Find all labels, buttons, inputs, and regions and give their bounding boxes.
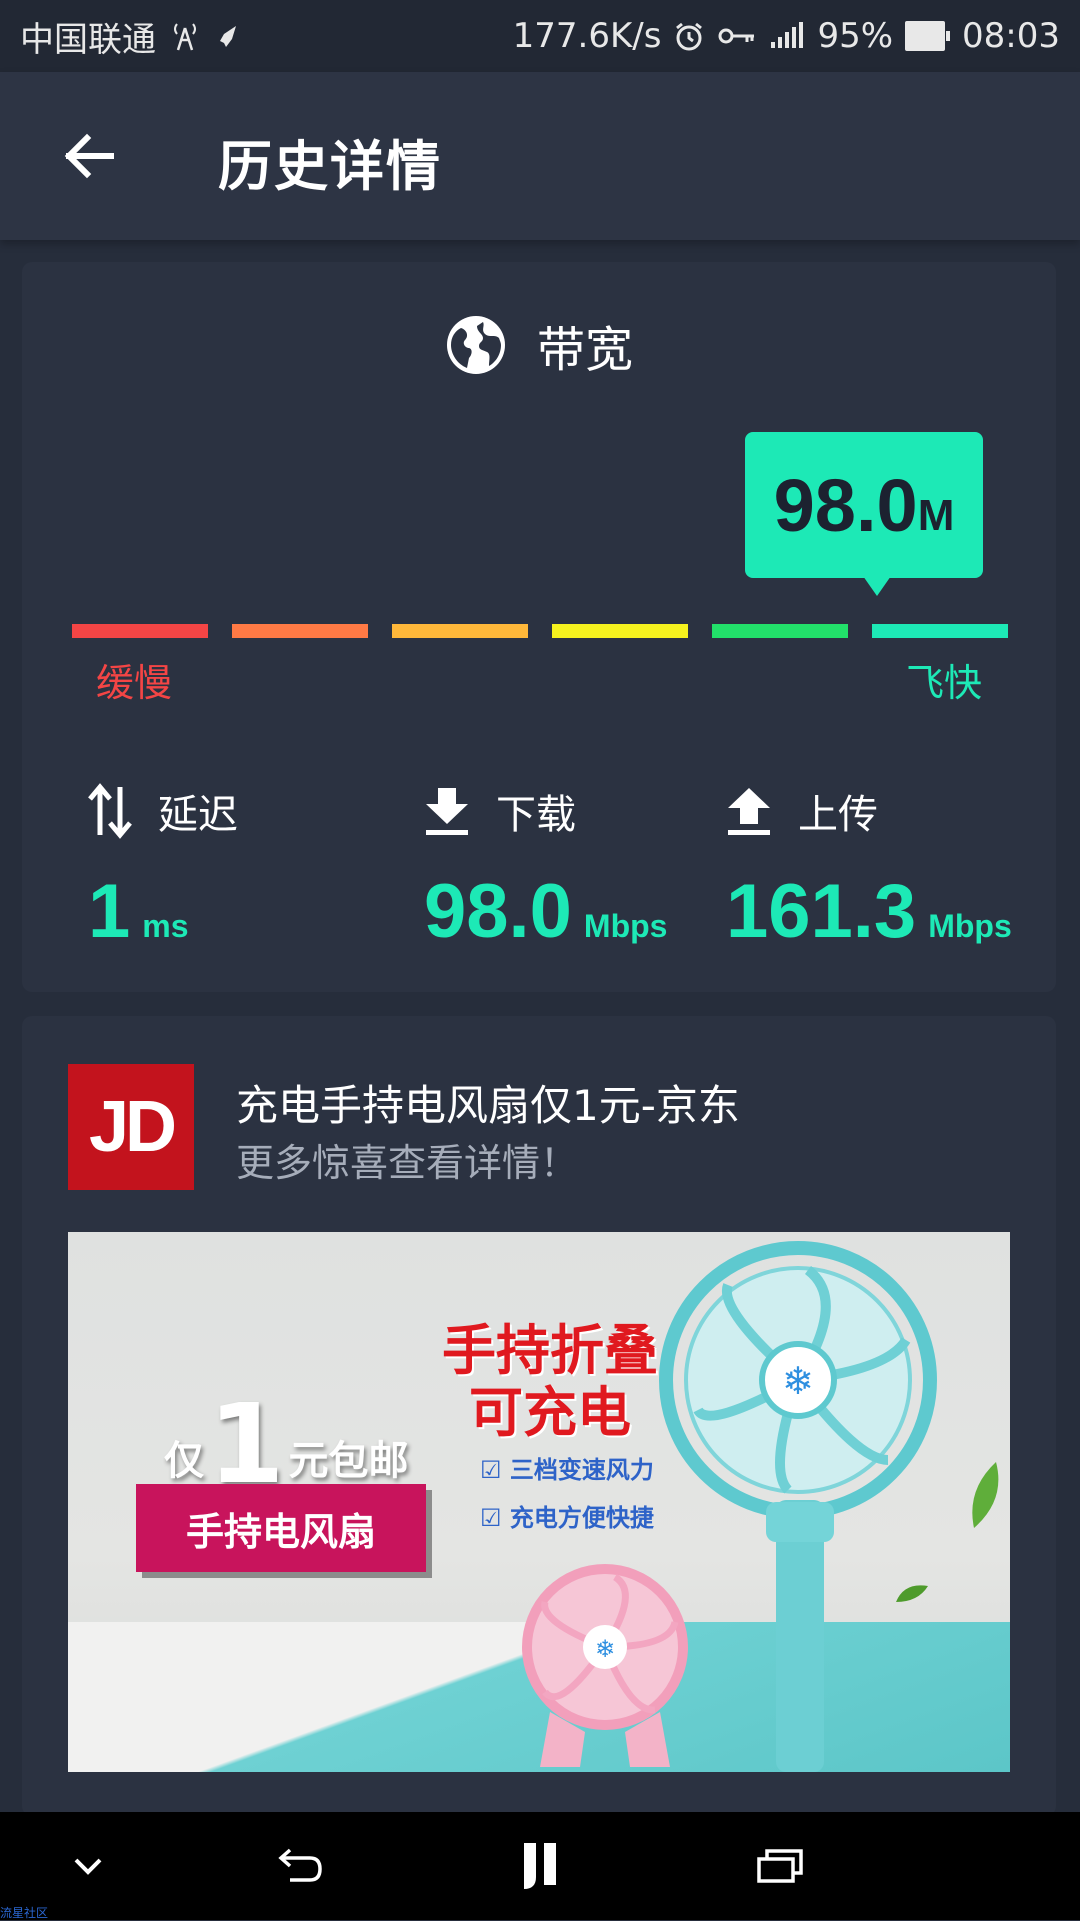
vpn-key-icon <box>717 24 757 48</box>
rocket-icon <box>214 23 240 49</box>
svg-text:❄: ❄ <box>782 1359 814 1403</box>
ad-card[interactable]: JD 充电手持电风扇仅1元-京东 更多惊喜查看详情！ 仅1 元包邮 手持电风扇 手… <box>22 1016 1056 1816</box>
download-metric: 下载 98.0 Mbps <box>424 782 667 955</box>
speed-unit: M <box>917 491 955 540</box>
battery-icon <box>905 21 951 51</box>
banner-bullet-2: ☑ 充电方便快捷 <box>480 1504 654 1532</box>
banner-product-pill: 手持电风扇 <box>136 1484 426 1572</box>
banner-bullet-1: ☑ 三档变速风力 <box>480 1456 654 1484</box>
status-bar: 中国联通 177.6K/s 95% 08:03 <box>0 0 1080 72</box>
scale-segment-4 <box>552 624 688 638</box>
leaf-decoration <box>972 1462 999 1528</box>
recent-apps-icon <box>757 1849 803 1883</box>
back-return-icon <box>278 1848 322 1882</box>
ad-subtitle: 更多惊喜查看详情！ <box>236 1141 579 1185</box>
download-label: 下载 <box>496 792 576 838</box>
banner-only-suffix: 元包邮 <box>288 1438 409 1484</box>
bandwidth-header: 带宽 <box>22 310 1056 380</box>
page-title: 历史详情 <box>218 135 442 198</box>
network-speed: 177.6K/s <box>512 16 662 56</box>
battery-percent: 95% <box>817 16 894 56</box>
banner-only-prefix: 仅 <box>164 1438 204 1484</box>
ad-title[interactable]: 充电手持电风扇仅1元-京东 <box>236 1072 740 1133</box>
speed-bubble-pointer <box>863 576 891 596</box>
app-bar: 历史详情 <box>0 72 1080 240</box>
banner-headline-line2: 可充电 <box>469 1381 631 1444</box>
scale-segment-2 <box>232 624 368 638</box>
swap-vertical-icon <box>88 783 132 839</box>
scale-segment-1 <box>72 624 208 638</box>
nav-recents-button[interactable] <box>748 1834 812 1898</box>
leaf-decoration-small <box>896 1585 928 1602</box>
scale-segment-3 <box>392 624 528 638</box>
banner-headline: 手持折叠 可充电 <box>442 1320 658 1444</box>
carrier-name: 中国联通 <box>20 19 156 60</box>
upload-icon <box>728 788 770 835</box>
bandwidth-title: 带宽 <box>536 322 633 378</box>
download-icon <box>426 788 468 835</box>
scale-segment-6 <box>872 624 1008 638</box>
nav-back-button[interactable] <box>268 1834 332 1898</box>
teal-fan-illustration: ❄ <box>659 1241 937 1772</box>
upload-label: 上传 <box>798 792 878 838</box>
globe-icon <box>446 316 505 374</box>
ad-banner-image[interactable]: 仅1 元包邮 手持电风扇 手持折叠 可充电 ☑ 三档变速风力 ☑ 充电方便快捷 ❄ <box>68 1232 1010 1772</box>
speed-bubble: 98.0 M <box>745 432 983 578</box>
latency-unit: ms <box>142 908 189 944</box>
scale-low-label: 缓慢 <box>96 661 173 705</box>
chevron-down-icon <box>74 1858 102 1875</box>
signal-icon <box>769 22 805 50</box>
bandwidth-card: 带宽 98.0 M 缓慢 飞快 延迟 1 ms 下载 98.0 Mbps 上传 <box>22 262 1056 992</box>
download-value: 98.0 <box>424 869 572 954</box>
back-button[interactable] <box>56 124 120 188</box>
speed-value: 98.0 <box>773 463 918 547</box>
latency-value: 1 <box>88 869 131 954</box>
scale-high-label: 飞快 <box>906 661 983 705</box>
download-unit: Mbps <box>583 908 668 944</box>
watermark: 流星社区 <box>0 1906 49 1920</box>
hotspot-icon <box>170 20 200 52</box>
system-nav-bar <box>0 1812 1080 1920</box>
upload-value: 161.3 <box>726 869 917 954</box>
latency-label: 延迟 <box>158 792 238 838</box>
svg-text:❄: ❄ <box>595 1635 615 1663</box>
jd-logo: JD <box>68 1064 194 1190</box>
arrow-left-icon <box>64 133 114 179</box>
nav-hide-button[interactable] <box>56 1834 120 1898</box>
home-logo-icon <box>524 1843 556 1889</box>
banner-headline-line1: 手持折叠 <box>442 1319 658 1382</box>
latency-metric: 延迟 1 ms <box>88 782 238 955</box>
clock: 08:03 <box>962 16 1060 56</box>
nav-home-button[interactable] <box>508 1834 572 1898</box>
upload-unit: Mbps <box>928 908 1012 944</box>
alarm-icon <box>673 20 705 52</box>
scale-segment-5 <box>712 624 848 638</box>
upload-metric: 上传 161.3 Mbps <box>726 782 1012 955</box>
pink-fan-illustration: ❄ <box>522 1564 688 1767</box>
